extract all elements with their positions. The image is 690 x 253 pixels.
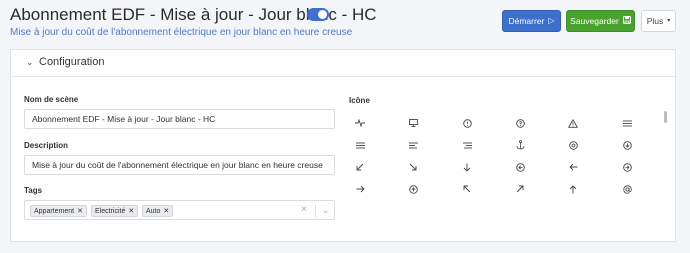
floppy-disk-icon (622, 16, 631, 26)
arrow-down-icon[interactable] (460, 161, 474, 173)
chevron-down-icon: ⌄ (26, 57, 34, 67)
play-icon: ▷ (548, 16, 555, 25)
remove-tag-icon[interactable]: ✕ (128, 207, 134, 215)
arrow-up-left-icon[interactable] (460, 183, 474, 195)
tag-label: Auto (146, 207, 161, 215)
monitor-icon[interactable] (406, 117, 420, 129)
tag-label: Electricité (95, 207, 126, 215)
alert-circle-icon[interactable] (460, 117, 474, 129)
scene-active-toggle[interactable] (307, 8, 329, 21)
arrow-left-circle-icon[interactable] (513, 161, 527, 173)
anchor-icon[interactable] (513, 139, 527, 151)
tags-select[interactable]: Appartement ✕ Electricité ✕ Auto ✕ × ⌄ (24, 200, 335, 220)
arrow-left-icon[interactable] (566, 161, 580, 173)
remove-tag-icon[interactable]: ✕ (77, 207, 83, 215)
tag-chip: Appartement ✕ (30, 205, 87, 217)
tag-label: Appartement (34, 207, 75, 215)
description-label: Description (24, 141, 69, 150)
save-button[interactable]: Sauvegarder (566, 10, 635, 32)
remove-tag-icon[interactable]: ✕ (163, 207, 169, 215)
arrow-up-icon[interactable] (566, 183, 580, 195)
arrow-up-right-icon[interactable] (513, 183, 527, 195)
tag-chip: Electricité ✕ (91, 205, 139, 217)
aperture-icon[interactable] (566, 139, 580, 151)
more-button-label: Plus (646, 16, 664, 26)
arrow-up-circle-icon[interactable] (406, 183, 420, 195)
start-button[interactable]: Démarrer ▷ (502, 10, 561, 32)
icon-picker-label: Icône (349, 96, 370, 105)
arrow-right-circle-icon[interactable] (620, 161, 634, 173)
at-sign-icon[interactable] (620, 183, 634, 195)
caret-down-icon: ▾ (667, 18, 671, 24)
page-subtitle: Mise à jour du coût de l'abonnement élec… (10, 27, 353, 38)
alert-triangle-icon[interactable] (566, 117, 580, 129)
chevron-down-icon[interactable]: ⌄ (322, 205, 330, 216)
align-justify-icon[interactable] (353, 139, 367, 151)
scene-name-input[interactable]: Abonnement EDF - Mise à jour - Jour blan… (24, 109, 335, 129)
more-dropdown-button[interactable]: Plus ▾ (641, 10, 676, 32)
description-input[interactable]: Mise à jour du coût de l'abonnement élec… (24, 155, 335, 175)
save-button-label: Sauvegarder (570, 16, 619, 26)
align-left-icon[interactable] (406, 139, 420, 151)
clear-tags-icon[interactable]: × (301, 204, 307, 215)
align-justify-icon[interactable] (620, 117, 634, 129)
tag-chip: Auto ✕ (142, 205, 174, 217)
icon-picker-scrollbar[interactable] (664, 111, 667, 123)
activity-icon[interactable] (353, 117, 367, 129)
align-right-icon[interactable] (460, 139, 474, 151)
scene-name-label: Nom de scène (24, 95, 79, 104)
start-button-label: Démarrer (508, 16, 545, 26)
tags-label: Tags (24, 186, 43, 195)
configuration-header[interactable]: ⌄ Configuration (11, 50, 675, 77)
toggle-knob (318, 10, 327, 19)
arrow-down-left-icon[interactable] (353, 161, 367, 173)
arrow-down-right-icon[interactable] (406, 161, 420, 173)
arrow-down-circle-icon[interactable] (620, 139, 634, 151)
configuration-title: Configuration (39, 56, 105, 68)
tags-separator (315, 205, 316, 217)
arrow-right-icon[interactable] (353, 183, 367, 195)
help-circle-icon[interactable] (513, 117, 527, 129)
